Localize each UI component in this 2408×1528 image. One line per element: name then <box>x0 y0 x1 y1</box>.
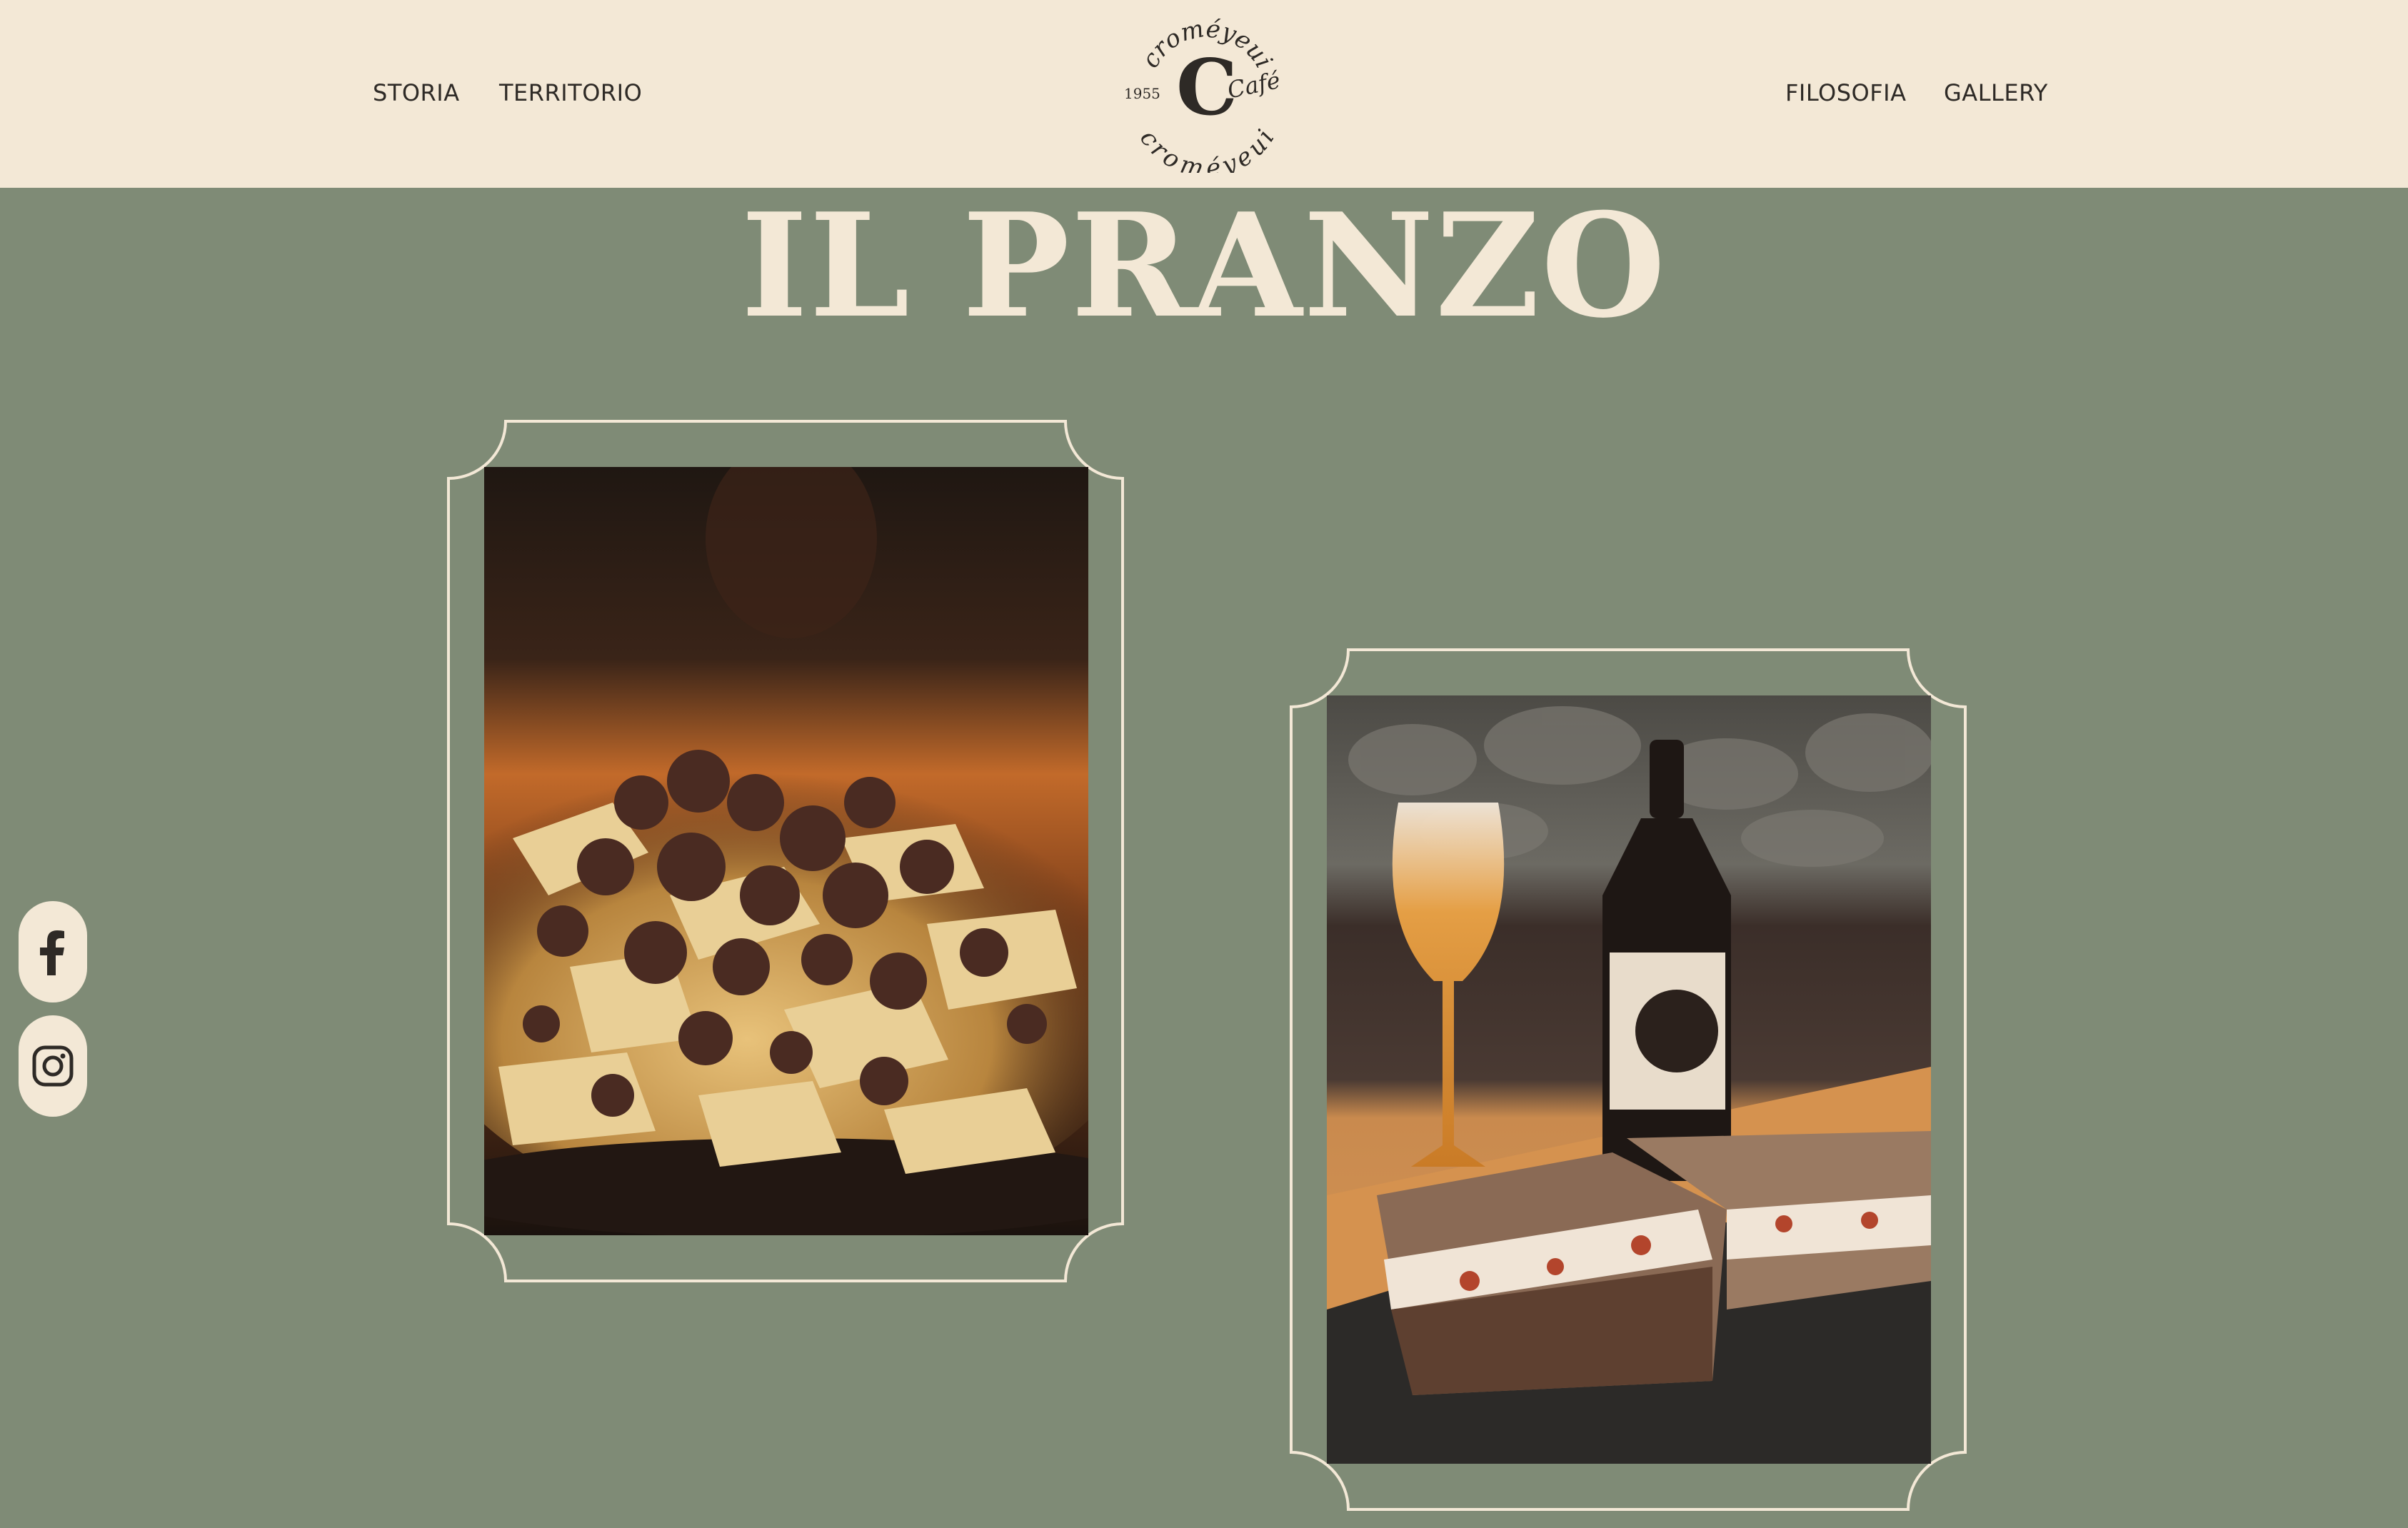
page-title: IL PRANZO <box>741 182 1667 350</box>
brand-logo[interactable]: croméyeui croméyeui 1955 C Café <box>1121 14 1293 173</box>
nav-link-gallery[interactable]: GALLERY <box>1944 79 2048 107</box>
site-header: STORIA TERRITORIO croméyeui croméyeui 19… <box>0 0 2408 188</box>
photo-frame-pasta <box>446 418 1125 1284</box>
nav-link-filosofia[interactable]: FILOSOFIA <box>1785 79 1906 107</box>
facebook-button[interactable] <box>19 901 87 1002</box>
facebook-icon <box>40 930 64 975</box>
logo-year: 1955 <box>1124 85 1160 102</box>
pasta-photo <box>484 467 1088 1235</box>
beer-sandwich-photo <box>1327 695 1931 1464</box>
instagram-icon <box>32 1045 74 1087</box>
instagram-button[interactable] <box>19 1015 87 1117</box>
nav-link-territorio[interactable]: TERRITORIO <box>499 79 642 107</box>
nav-link-storia[interactable]: STORIA <box>373 79 460 107</box>
photo-frame-beer <box>1288 647 1968 1512</box>
